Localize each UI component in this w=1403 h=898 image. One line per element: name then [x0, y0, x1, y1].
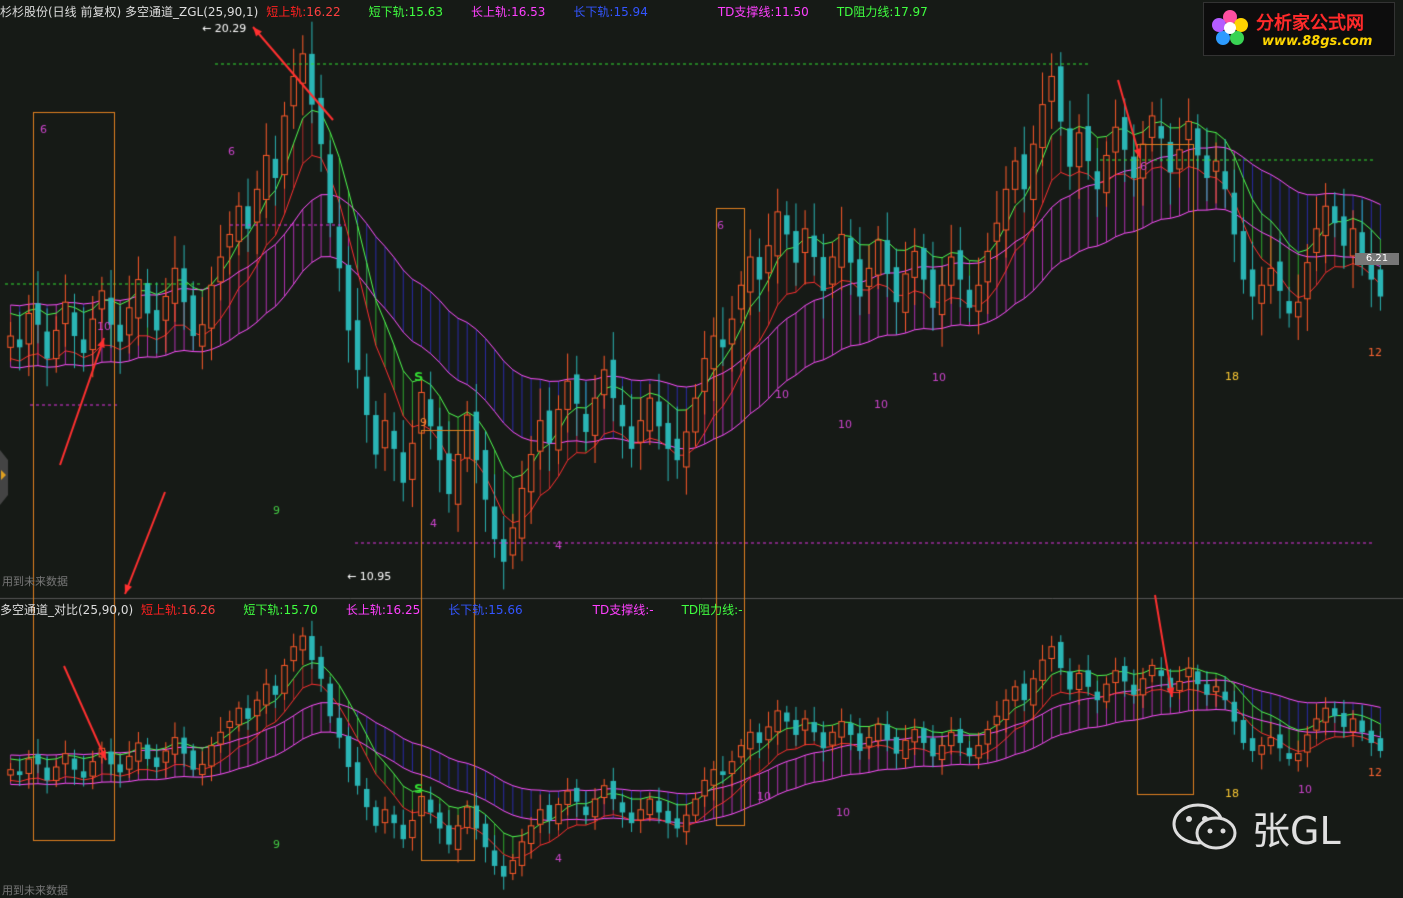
main-panel-title: 杉杉股份(日线 前复权) 多空通道_ZGL(25,90,1)	[0, 5, 259, 19]
sub-panel-header: 多空通道_对比(25,90,0) 短上轨: 16.26 短下轨: 15.70 长上轨…	[0, 601, 1200, 619]
sub-header-item-label: TD支撑线:	[592, 603, 650, 617]
main-header-item-value: 17.97	[893, 5, 928, 19]
main-header-item-label: 短上轨:	[266, 5, 307, 19]
main-header-item-3: 长下轨: 15.94	[573, 3, 647, 20]
main-header-item-label: TD支撑线:	[717, 5, 775, 19]
last-price-tag: 6.21	[1355, 253, 1399, 265]
sub-header-item-3: 长下轨: 15.66	[448, 601, 522, 618]
sub-header-item-label: TD阻力线:	[681, 603, 739, 617]
sub-header-item-5: TD阻力线: -	[682, 601, 743, 618]
logo-url-text: www.88gs.com	[1262, 34, 1373, 49]
sub-header-item-label: 长上轨:	[345, 603, 386, 617]
sub-header-item-1: 短下轨: 15.70	[243, 601, 317, 618]
sub-header-item-value: 15.66	[488, 603, 523, 617]
sub-header-item-label: 短上轨:	[141, 603, 182, 617]
main-header-item-label: 短下轨:	[368, 5, 409, 19]
main-header-item-5: TD阻力线: 17.97	[837, 3, 928, 20]
sub-header-item-value: -	[738, 603, 743, 617]
main-header-item-2: 长上轨: 16.53	[471, 3, 545, 20]
sub-header-item-4: TD支撑线: -	[593, 601, 654, 618]
main-header-item-value: 15.94	[613, 5, 648, 19]
sub-panel-warning: 用到未来数据	[2, 884, 68, 897]
kline-chart-canvas[interactable]	[0, 0, 1403, 898]
main-header-item-value: 15.63	[408, 5, 444, 19]
sub-panel-title: 多空通道_对比(25,90,0)	[0, 603, 134, 617]
wechat-icon	[1172, 803, 1237, 850]
logo-cn-text: 分析家公式网	[1256, 13, 1364, 34]
sub-header-item-0: 短上轨: 16.26	[141, 601, 215, 618]
watermark-text: 张GL	[1252, 809, 1341, 853]
main-header-item-4: TD支撑线: 11.50	[718, 3, 809, 20]
main-header-item-value: 16.53	[511, 5, 546, 19]
sub-header-item-value: 16.25	[385, 603, 421, 617]
main-header-item-1: 短下轨: 15.63	[369, 3, 443, 20]
main-header-item-value: 16.22	[306, 5, 341, 19]
main-panel-warning: 用到未来数据	[2, 575, 68, 588]
site-logo: 分析家公式网 www.88gs.com	[1203, 2, 1395, 56]
sub-header-item-value: 15.70	[283, 603, 318, 617]
main-header-item-label: 长上轨:	[471, 5, 512, 19]
sub-header-item-2: 长上轨: 16.25	[346, 601, 420, 618]
wechat-watermark: 张GL	[1170, 800, 1370, 860]
sub-panel-indicator-values: 短上轨: 16.26 短下轨: 15.70 长上轨: 16.25 长下轨: 15.66…	[141, 601, 771, 618]
flower-icon	[1212, 10, 1248, 45]
main-panel-indicator-values: 短上轨: 16.22 短下轨: 15.63 长上轨: 16.53 长下轨: 15.94…	[266, 3, 956, 20]
main-panel-header: 杉杉股份(日线 前复权) 多空通道_ZGL(25,90,1) 短上轨: 16.2…	[0, 3, 1200, 21]
main-header-item-0: 短上轨: 16.22	[266, 3, 340, 20]
sub-header-item-value: 16.26	[181, 603, 216, 617]
sub-header-item-label: 长下轨:	[448, 603, 489, 617]
main-header-item-label: 长下轨:	[573, 5, 614, 19]
sub-header-item-label: 短下轨:	[243, 603, 284, 617]
main-header-item-value: 11.50	[774, 5, 809, 19]
main-header-item-label: TD阻力线:	[836, 5, 894, 19]
sub-header-item-value: -	[649, 603, 654, 617]
